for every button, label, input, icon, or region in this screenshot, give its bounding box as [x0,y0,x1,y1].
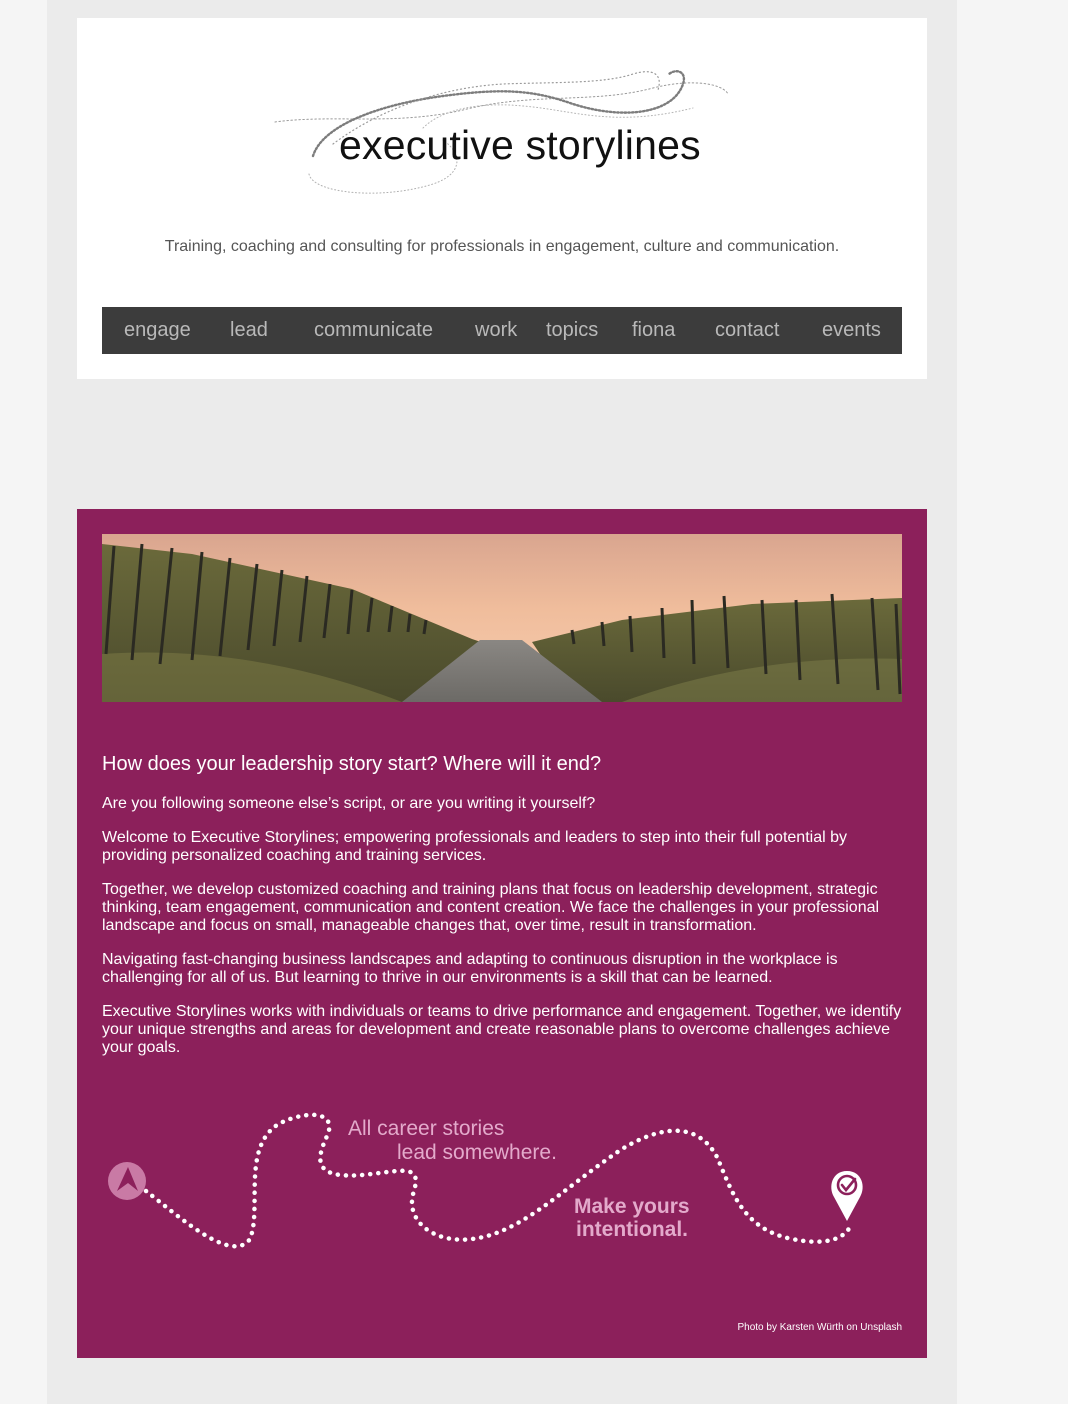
intro-heading: How does your leadership story start? Wh… [102,753,602,775]
career-journey-graphic: All career stories lead somewhere. Make … [102,1099,902,1269]
intro-paragraph: Executive Storylines works with individu… [102,1003,902,1056]
photo-credit: Photo by Karsten Würth on Unsplash [737,1322,902,1333]
site-logo[interactable]: executive storylines [273,44,733,194]
site-tagline: Training, coaching and consulting for pr… [164,238,840,255]
logo-text: executive storylines [339,122,701,168]
intro-paragraph: Navigating fast-changing business landsc… [102,951,838,986]
main-content-card: How does your leadership story start? Wh… [77,509,927,1358]
hero-image-vineyard-path [102,534,902,702]
journey-bold-line-1: Make yours [574,1195,690,1218]
journey-line-1: All career stories [348,1117,505,1140]
journey-line-2: lead somewhere. [397,1141,557,1164]
journey-bold-line-2: intentional. [576,1218,688,1241]
logo-scribble-graphic [274,70,729,194]
nav-item-lead[interactable]: lead [230,307,268,354]
nav-item-contact[interactable]: contact [715,307,779,354]
header-card: executive storylines Training, coaching … [77,18,927,379]
nav-item-fiona[interactable]: fiona [632,307,675,354]
intro-paragraph: Are you following someone else’s script,… [102,795,596,812]
nav-item-events[interactable]: events [822,307,881,354]
intro-section: How does your leadership story start? Wh… [102,751,902,1073]
nav-item-engage[interactable]: engage [124,307,191,354]
intro-paragraph: Welcome to Executive Storylines; empower… [102,829,847,864]
nav-item-work[interactable]: work [475,307,517,354]
intro-paragraph: Together, we develop customized coaching… [102,881,880,934]
main-navigation: engage lead communicate work topics fion… [102,307,902,354]
destination-pin-check-icon [831,1171,863,1221]
start-arrow-icon [108,1162,146,1200]
nav-item-topics[interactable]: topics [546,307,598,354]
nav-item-communicate[interactable]: communicate [314,307,433,354]
